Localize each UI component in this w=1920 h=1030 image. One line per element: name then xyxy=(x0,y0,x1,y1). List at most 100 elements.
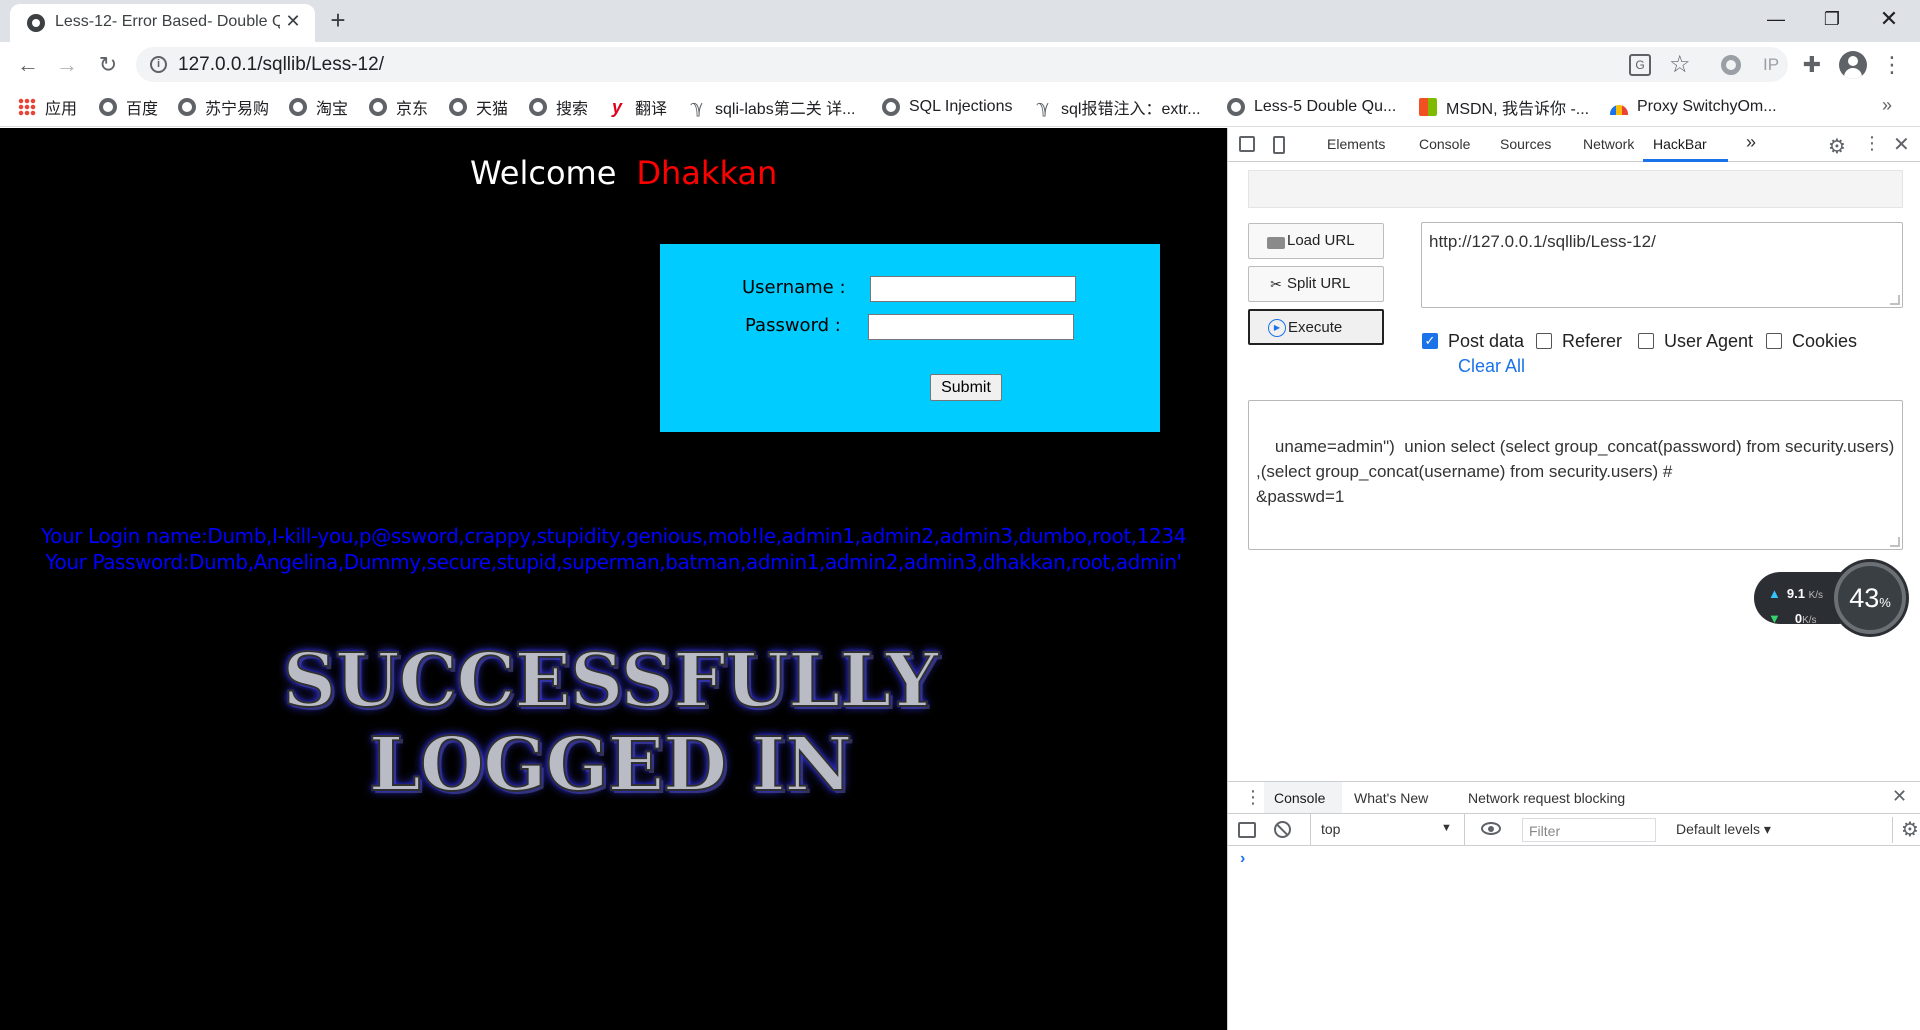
checkbox-icon[interactable] xyxy=(1536,333,1552,349)
console-filter-input[interactable]: Filter xyxy=(1522,818,1656,842)
resize-handle[interactable] xyxy=(1890,537,1900,547)
user-agent-checkbox[interactable]: User Agent xyxy=(1638,331,1753,351)
vue-icon: ℽ xyxy=(690,96,704,117)
cookies-checkbox[interactable]: Cookies xyxy=(1766,331,1857,351)
drawer-close-icon[interactable]: ✕ xyxy=(1892,786,1907,807)
tab-console[interactable]: Console xyxy=(1419,136,1470,152)
success-line-1: SUCCESSFULLY xyxy=(282,637,940,725)
bookmark-less5[interactable]: Less-5 Double Qu... xyxy=(1227,94,1396,120)
extension-circle-icon[interactable] xyxy=(1718,52,1744,78)
username-field[interactable] xyxy=(870,276,1076,302)
browser-menu-icon[interactable]: ⋮ xyxy=(1880,50,1904,80)
username-label: Username : xyxy=(742,277,846,298)
post-data-textarea[interactable]: uname=admin") union select (select group… xyxy=(1248,400,1903,550)
profile-avatar-icon[interactable] xyxy=(1839,51,1867,79)
close-window-button[interactable]: ✕ xyxy=(1866,4,1912,34)
tab-sources[interactable]: Sources xyxy=(1500,136,1551,152)
apps-grid-icon xyxy=(18,98,36,116)
bookmarks-overflow-icon[interactable]: » xyxy=(1882,95,1892,116)
bookmark-sql-injections[interactable]: SQL Injections xyxy=(882,94,1012,120)
reload-icon[interactable]: ↻ xyxy=(93,50,123,80)
drawer-tabbar: ⋮ Console What's New Network request blo… xyxy=(1228,782,1920,814)
bookmark-sql-error[interactable]: ℽ sql报错注入：extr... xyxy=(1034,94,1200,120)
address-bar[interactable]: i 127.0.0.1/sqllib/Less-12/ G ☆ xyxy=(136,47,1788,82)
split-url-button[interactable]: ✂ Split URL xyxy=(1248,266,1384,302)
upload-speed: ▲ 9.1 K/s xyxy=(1768,586,1824,601)
log-levels-dropdown[interactable]: Default levels ▾ xyxy=(1676,821,1771,838)
bookmark-proxy[interactable]: Proxy SwitchyOm... xyxy=(1610,94,1777,120)
checkbox-icon[interactable] xyxy=(1766,333,1782,349)
bookmark-apps[interactable]: 应用 xyxy=(18,94,77,120)
bookmark-translate[interactable]: y 翻译 xyxy=(608,94,667,120)
drawer-tab-network-blocking[interactable]: Network request blocking xyxy=(1468,790,1625,806)
bookmark-tmall[interactable]: 天猫 xyxy=(449,94,508,120)
context-selector[interactable]: top ▼ xyxy=(1310,814,1465,845)
device-toolbar-icon[interactable] xyxy=(1273,136,1285,154)
more-tabs-icon[interactable]: » xyxy=(1746,132,1756,153)
welcome-user-name: Dhakkan xyxy=(636,154,778,192)
bookmark-jd[interactable]: 京东 xyxy=(369,94,428,120)
extension-ip-icon[interactable]: IP xyxy=(1756,52,1786,78)
resize-handle[interactable] xyxy=(1890,295,1900,305)
active-tab-indicator xyxy=(1643,159,1728,162)
minimize-button[interactable]: — xyxy=(1753,4,1799,34)
tab-close-icon[interactable]: ✕ xyxy=(282,10,304,32)
network-speed-widget[interactable]: ▲ 9.1 K/s ▼ 0K/s 43% xyxy=(1754,562,1906,634)
sidebar-toggle-icon[interactable] xyxy=(1238,822,1256,838)
clear-all-link[interactable]: Clear All xyxy=(1458,356,1525,377)
tab-network[interactable]: Network xyxy=(1583,136,1634,152)
referer-checkbox[interactable]: Referer xyxy=(1536,331,1622,351)
download-speed: ▼ 0K/s xyxy=(1768,611,1817,626)
drawer-tab-whats-new[interactable]: What's New xyxy=(1354,790,1428,806)
tab-elements[interactable]: Elements xyxy=(1327,136,1385,152)
settings-gear-icon[interactable]: ⚙ xyxy=(1828,134,1846,159)
live-expression-eye-icon[interactable] xyxy=(1481,822,1501,835)
console-settings-icon[interactable]: ⚙ xyxy=(1892,817,1919,843)
url-textarea[interactable]: http://127.0.0.1/sqllib/Less-12/ xyxy=(1421,222,1903,308)
post-data-checkbox[interactable]: ✓ Post data xyxy=(1422,331,1524,351)
browser-tab[interactable]: Less-12- Error Based- Double Quotes ✕ xyxy=(10,4,315,42)
checkbox-icon[interactable] xyxy=(1638,333,1654,349)
drawer-tab-console[interactable]: Console xyxy=(1274,790,1325,806)
globe-icon xyxy=(529,98,547,116)
submit-button[interactable]: Submit xyxy=(930,374,1002,401)
bookmark-taobao[interactable]: 淘宝 xyxy=(289,94,348,120)
info-icon[interactable]: i xyxy=(150,56,167,73)
console-prompt-icon[interactable]: › xyxy=(1240,850,1245,868)
url-text[interactable]: 127.0.0.1/sqllib/Less-12/ xyxy=(178,54,384,76)
bookmark-msdn[interactable]: MSDN, 我告诉你 -... xyxy=(1419,94,1589,120)
bookmark-suning[interactable]: 苏宁易购 xyxy=(178,94,269,120)
password-field[interactable] xyxy=(868,314,1074,340)
msdn-icon xyxy=(1419,98,1437,116)
page-content: Welcome Dhakkan Username : Password : Sub… xyxy=(0,128,1227,1030)
maximize-button[interactable]: ❐ xyxy=(1809,4,1855,34)
checkbox-checked-icon[interactable]: ✓ xyxy=(1422,333,1438,349)
new-tab-button[interactable]: + xyxy=(324,6,352,34)
login-name-result: Your Login name:Dumb,I-kill-you,p@ssword… xyxy=(40,524,1187,548)
success-banner-image: SUCCESSFULLY LOGGED IN xyxy=(240,637,980,809)
inspect-element-icon[interactable] xyxy=(1239,136,1255,152)
login-form: Username : Password : Submit xyxy=(660,244,1160,432)
forward-arrow-icon[interactable]: → xyxy=(52,50,82,80)
drawer-menu-icon[interactable]: ⋮ xyxy=(1244,787,1262,808)
clear-console-icon[interactable] xyxy=(1274,821,1291,838)
extensions-puzzle-icon[interactable]: ✚ xyxy=(1797,52,1827,78)
scissors-icon: ✂ xyxy=(1270,276,1282,292)
globe-icon xyxy=(99,98,117,116)
translate-icon[interactable]: G xyxy=(1629,54,1651,76)
success-line-2: LOGGED IN xyxy=(368,721,853,809)
back-arrow-icon[interactable]: ← xyxy=(13,50,43,80)
execute-button[interactable]: ▶ Execute xyxy=(1248,309,1384,345)
youdao-icon: y xyxy=(611,96,622,117)
password-result: Your Password:Dumb,Angelina,Dummy,secure… xyxy=(45,550,1182,574)
bookmark-star-icon[interactable]: ☆ xyxy=(1669,50,1691,79)
devtools-close-icon[interactable]: ✕ xyxy=(1893,132,1910,157)
bookmark-baidu[interactable]: 百度 xyxy=(99,94,158,120)
load-url-button[interactable]: Load URL xyxy=(1248,223,1384,259)
usage-gauge: 43% xyxy=(1834,562,1906,634)
welcome-text: Welcome xyxy=(470,154,617,192)
devtools-menu-icon[interactable]: ⋮ xyxy=(1863,133,1881,154)
tab-hackbar[interactable]: HackBar xyxy=(1653,136,1707,152)
bookmark-search[interactable]: 搜索 xyxy=(529,94,588,120)
bookmark-sqli-labs[interactable]: ℽ sqli-labs第二关 详... xyxy=(688,94,855,120)
